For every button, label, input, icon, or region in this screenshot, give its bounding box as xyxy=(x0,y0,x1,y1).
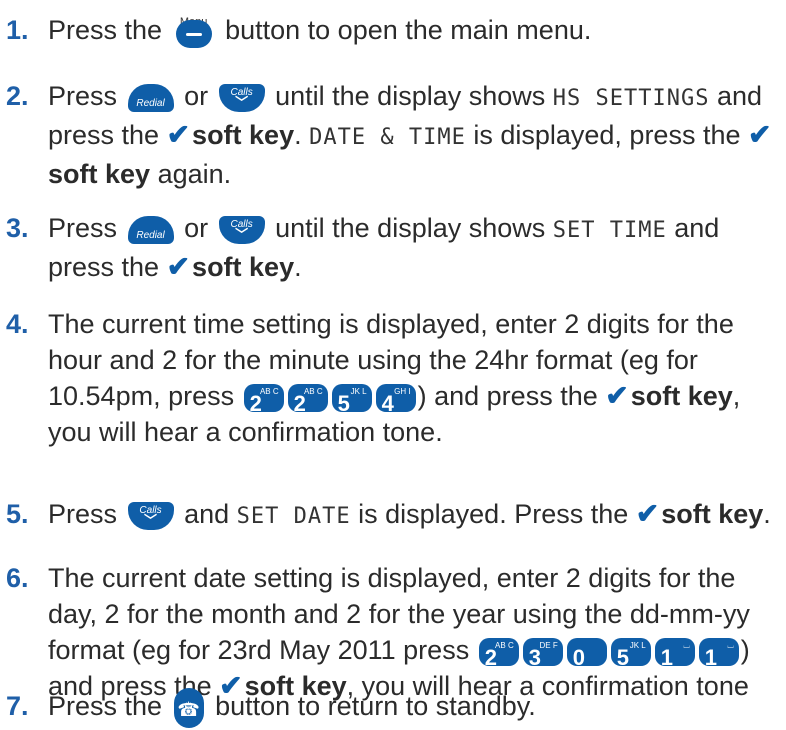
time-keys-group: 2 AB C 2 AB C 5 JK L 4 GH I xyxy=(242,381,418,416)
step-text: button to return to standby. xyxy=(215,691,536,722)
menu-button-icon: Menu xyxy=(174,14,214,50)
step-number: 6. xyxy=(6,563,29,593)
soft-key-label: soft key xyxy=(661,499,764,529)
soft-key-label: soft key xyxy=(192,252,295,282)
calls-label: Calls xyxy=(230,86,253,98)
digit-key-icon: 2 AB C xyxy=(243,383,284,416)
digit-key-icon: 5 JK L xyxy=(331,383,372,416)
digit-key-number: 5 xyxy=(616,644,629,670)
digit-key-letters: ⌴ xyxy=(727,640,734,650)
digit-key-icon: 4 GH I xyxy=(375,383,416,416)
calls-down-icon: ﹀ Calls xyxy=(127,501,174,530)
step-number: 7. xyxy=(6,691,29,721)
step-text: until the display shows xyxy=(275,81,546,111)
digit-key-letters: JK L xyxy=(629,640,646,650)
digit-key-icon: 2 AB C xyxy=(287,383,328,416)
digit-key-letters: AB C xyxy=(259,386,279,396)
step-number: 4. xyxy=(6,309,29,339)
digit-key-letters: ⌴ xyxy=(683,640,690,650)
display-text: SET DATE xyxy=(236,504,351,529)
step-text: Press the xyxy=(48,691,163,722)
digit-key-letters: AB C xyxy=(303,386,323,396)
digit-key-letters: AB C xyxy=(495,640,514,650)
digit-key-icon: 3 DE F xyxy=(522,637,563,670)
calls-label: Calls xyxy=(230,218,253,230)
calls-down-icon: ﹀ Calls xyxy=(218,215,265,244)
digit-key-letters: GH I xyxy=(394,386,411,396)
soft-key-label: soft key xyxy=(192,120,295,150)
tick-icon: ✔ xyxy=(635,498,660,529)
step-text: again. xyxy=(157,159,232,189)
step-text: Press xyxy=(48,213,118,243)
step-text: until the display shows xyxy=(275,213,546,243)
step-number: 2. xyxy=(6,81,29,111)
digit-key-number: 1 xyxy=(704,644,717,670)
digit-key-letters: DE F xyxy=(539,640,558,650)
step-text: button to open the main menu. xyxy=(225,15,592,45)
tick-icon: ✔ xyxy=(605,380,629,411)
step-text: is displayed, press the xyxy=(473,120,741,150)
step-text: . xyxy=(763,499,771,529)
step-text: Press xyxy=(48,499,118,529)
redial-up-icon: Redial ︿ xyxy=(127,83,174,120)
step-text: is displayed. Press the xyxy=(358,499,629,529)
display-text: HS SETTINGS xyxy=(552,86,710,111)
soft-key-label: soft key xyxy=(630,381,733,411)
step-text: Press the xyxy=(48,15,163,45)
step-text: ) and press the xyxy=(417,381,598,411)
date-keys-group: 2 AB C 3 DE F 0 5 JK L 1 ⌴ 1 ⌴ xyxy=(477,635,741,670)
calls-down-icon: ﹀ Calls xyxy=(218,83,265,112)
step-number: 5. xyxy=(6,499,29,529)
step-text: . xyxy=(294,252,302,282)
step-text: . xyxy=(294,120,302,150)
redial-up-icon: Redial ︿ xyxy=(127,215,174,252)
digit-key-icon: 5 JK L xyxy=(610,637,651,670)
step-text: or xyxy=(184,81,209,111)
step-number: 1. xyxy=(6,15,29,45)
end-call-power-icon: ☎ ⏻ xyxy=(173,688,204,728)
digit-key-number: 5 xyxy=(337,390,350,416)
tick-icon: ✔ xyxy=(748,119,772,150)
digit-key-number: 1 xyxy=(660,644,673,670)
digit-key-icon: 2 AB C xyxy=(478,637,519,670)
soft-key-label: soft key xyxy=(48,159,151,189)
digit-key-number: 4 xyxy=(381,390,394,416)
display-text: DATE & TIME xyxy=(309,125,466,150)
digit-key-number: 0 xyxy=(572,644,585,670)
digit-key-letters: JK L xyxy=(350,386,367,396)
digit-key-icon: 0 xyxy=(566,637,607,670)
step-text: and xyxy=(184,499,230,529)
calls-label: Calls xyxy=(139,504,162,516)
step-text: or xyxy=(184,213,209,243)
step-number: 3. xyxy=(6,213,29,243)
step-text: Press xyxy=(48,81,118,111)
digit-key-icon: 1 ⌴ xyxy=(654,637,695,670)
display-text: SET TIME xyxy=(552,218,667,243)
digit-key-icon: 1 ⌴ xyxy=(698,637,739,670)
instruction-page: 1. Press the Menu button to open the mai… xyxy=(0,0,786,730)
